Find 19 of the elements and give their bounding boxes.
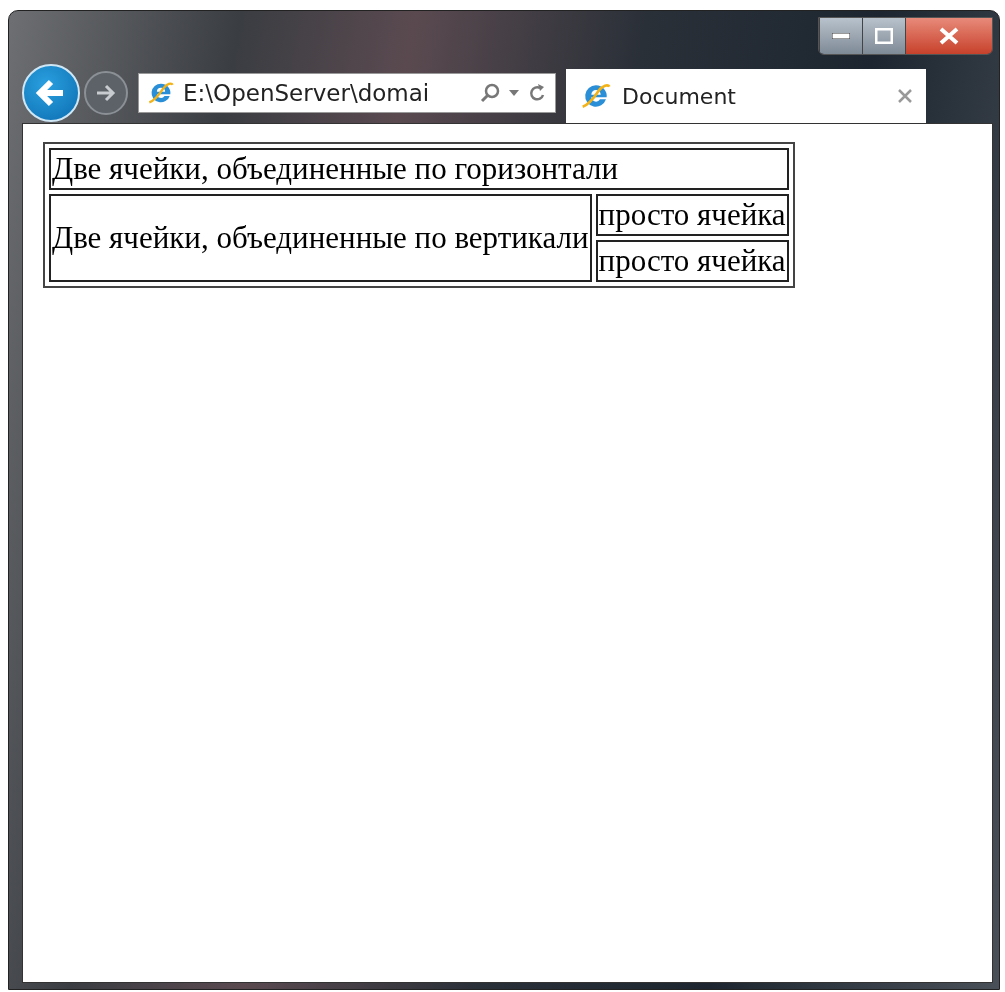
- address-field[interactable]: E:\OpenServer\domai: [138, 73, 556, 113]
- forward-arrow-icon: [95, 83, 117, 103]
- table-cell: просто ячейка: [595, 194, 789, 236]
- table-cell: просто ячейка: [595, 240, 789, 282]
- close-icon: [939, 27, 959, 45]
- browser-tab[interactable]: Document: [566, 69, 926, 123]
- minimize-icon: [832, 33, 850, 39]
- maximize-icon: [875, 28, 893, 44]
- table-cell: Две ячейки, объединенные по вертикали: [49, 194, 592, 282]
- dropdown-caret-icon[interactable]: [509, 90, 519, 96]
- table-cell: Две ячейки, объединенные по горизонтали: [49, 148, 789, 190]
- back-button[interactable]: [22, 64, 80, 122]
- minimize-button[interactable]: [819, 18, 862, 54]
- close-button[interactable]: [905, 18, 992, 54]
- maximize-button[interactable]: [862, 18, 905, 54]
- close-icon[interactable]: [898, 89, 912, 103]
- refresh-icon[interactable]: [527, 82, 547, 104]
- search-icon[interactable]: [479, 82, 501, 104]
- forward-button[interactable]: [84, 71, 128, 115]
